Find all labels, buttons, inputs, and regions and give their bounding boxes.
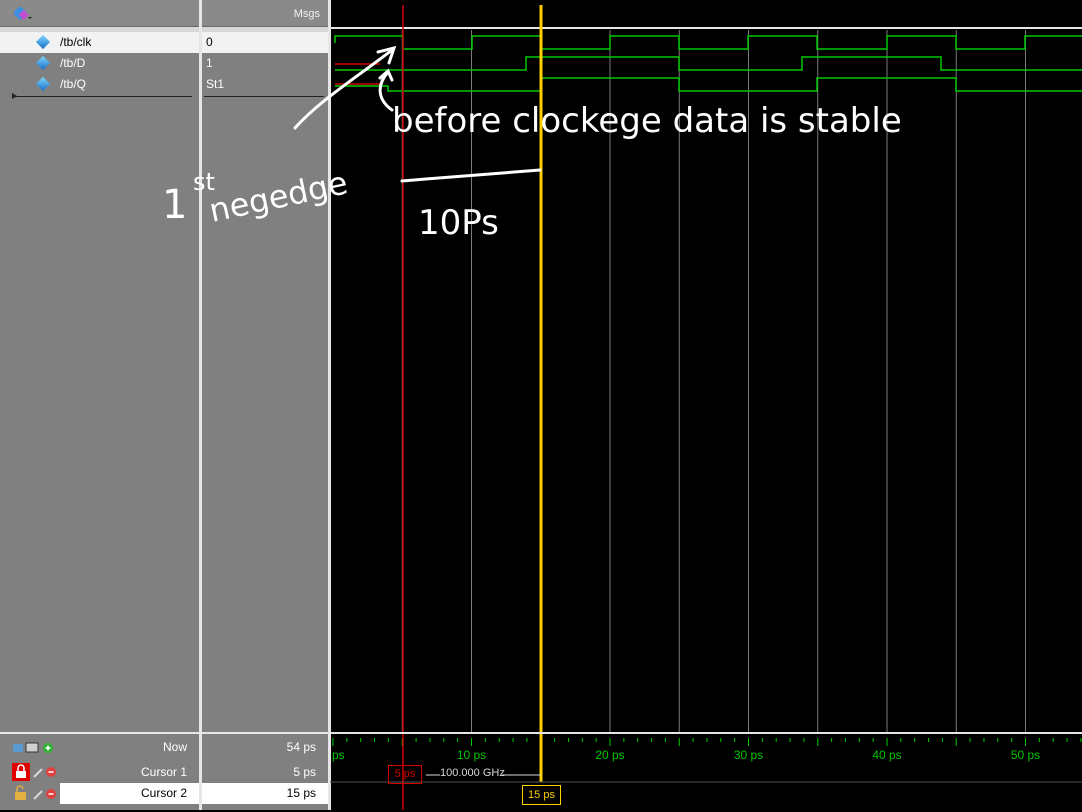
value-clk: 0: [202, 32, 328, 53]
msgs-label: Msgs: [293, 8, 320, 20]
ruler-tick-label: 30 ps: [734, 748, 763, 762]
ruler-tick-label: 20 ps: [595, 748, 624, 762]
ruler-tick-label: 10 ps: [457, 748, 486, 762]
ruler-tick-label: 50 ps: [1011, 748, 1040, 762]
now-value: 54 ps: [286, 740, 316, 754]
cursor-1-tag[interactable]: 5 ps: [388, 765, 422, 784]
cursor-2-label: Cursor 2: [140, 786, 187, 800]
signal-name: /tb/D: [60, 56, 86, 70]
cursor-1-label: Cursor 1: [140, 765, 187, 779]
signal-row-clk[interactable]: /tb/clk: [0, 32, 199, 53]
values-header: Msgs: [202, 0, 328, 27]
waveform-q: [335, 77, 1082, 92]
waveform-clk: [334, 35, 1082, 50]
signal-diamond-icon: [35, 76, 51, 92]
cursor-2-tag[interactable]: 15 ps: [522, 785, 561, 805]
cursor-1-value: 5 ps: [293, 765, 316, 779]
now-label: Now: [162, 740, 187, 754]
row-separator: [14, 96, 192, 97]
add-cursor-icon[interactable]: [12, 741, 56, 755]
cursor-2-value: 15 ps: [202, 783, 328, 804]
signal-diamond-icon: [35, 55, 51, 71]
signal-name: /tb/Q: [60, 77, 87, 91]
unlock-cursor-icon[interactable]: [12, 785, 58, 803]
wave-tool-icon[interactable]: [14, 7, 32, 21]
value-q: St1: [206, 77, 225, 91]
signal-values-pane: [202, 0, 328, 732]
signal-names-pane: [0, 0, 199, 732]
waveform-canvas[interactable]: [330, 0, 1082, 732]
value-separator: [204, 96, 324, 97]
signal-name: /tb/clk: [60, 35, 92, 49]
cursor-2-row[interactable]: Cursor 2: [0, 783, 199, 804]
signal-row-d[interactable]: /tb/D: [0, 53, 199, 74]
signal-diamond-icon: [35, 34, 51, 50]
waveform-d: [335, 56, 1082, 71]
cursor-2-label-box: Cursor 2: [60, 783, 199, 804]
ruler-tick-label: 40 ps: [872, 748, 901, 762]
row-separator-marker-icon: [12, 93, 17, 99]
ruler-tick-label: ps: [332, 748, 345, 762]
lock-cursor-icon[interactable]: [12, 763, 58, 781]
cursor-1-row[interactable]: Cursor 1: [0, 762, 199, 783]
cursor-frequency: 100.000 GHz: [440, 767, 505, 779]
value-d: 1: [206, 56, 213, 70]
names-header: [0, 0, 199, 27]
bottom-divider: [199, 734, 202, 810]
pane-divider[interactable]: [199, 0, 202, 810]
now-row: Now: [0, 737, 199, 758]
signal-row-q[interactable]: /tb/Q: [0, 74, 199, 95]
